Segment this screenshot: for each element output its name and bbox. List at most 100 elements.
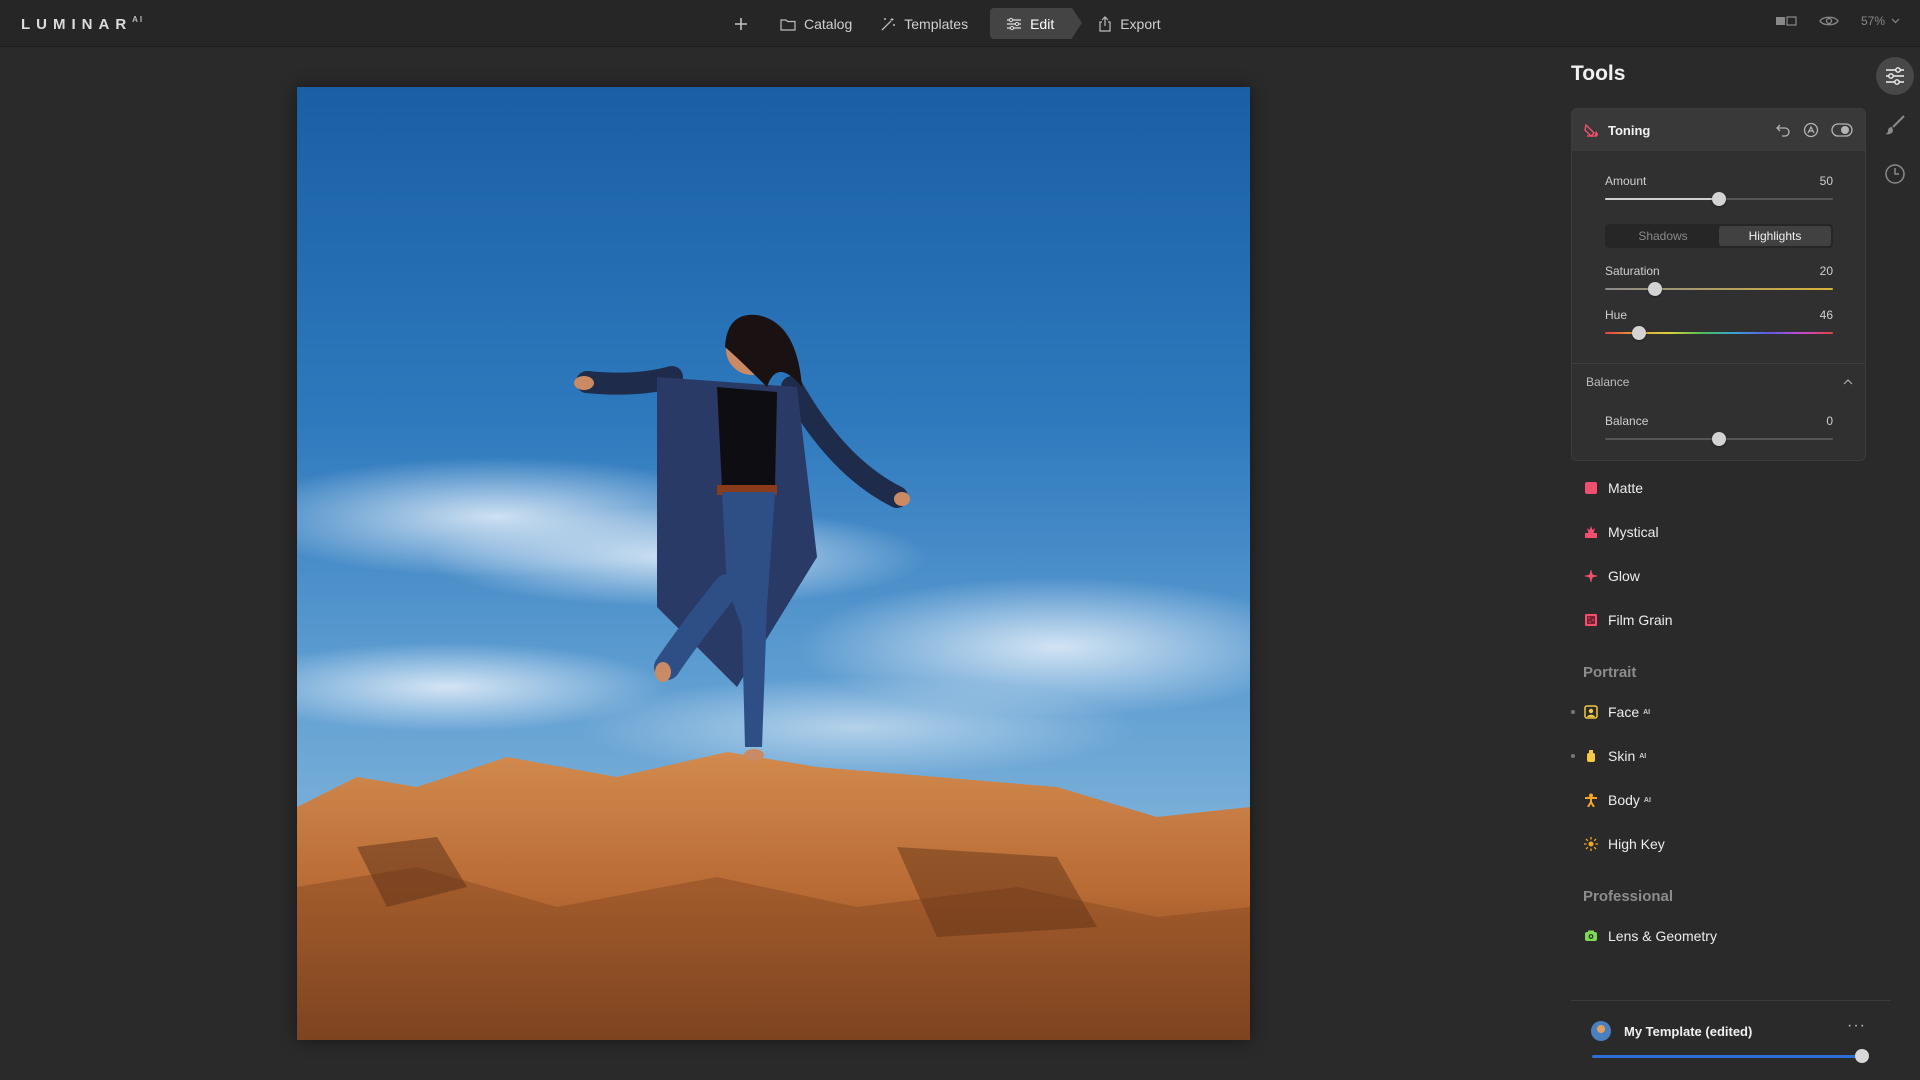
photo-canvas[interactable]: [297, 87, 1250, 1040]
hue-slider[interactable]: Hue 46: [1605, 308, 1833, 340]
tab-catalog-label: Catalog: [804, 15, 853, 32]
template-amount-thumb[interactable]: [1855, 1049, 1869, 1063]
tool-glow[interactable]: Glow: [1571, 554, 1871, 598]
face-icon: [1583, 704, 1599, 720]
brush-icon: [1885, 115, 1905, 135]
zoom-level: 57%: [1860, 14, 1885, 28]
tool-high-key[interactable]: High Key: [1571, 822, 1871, 866]
tool-body-label: Body: [1608, 792, 1640, 808]
professional-section-title: Professional: [1583, 888, 1674, 905]
tab-templates[interactable]: Templates: [866, 8, 982, 39]
shadows-highlights-toggle: Shadows Highlights: [1605, 224, 1833, 248]
tab-export-label: Export: [1120, 15, 1161, 32]
main-nav: Catalog Templates Edit Export: [730, 8, 1175, 39]
matte-icon: [1583, 480, 1599, 496]
tool-matte[interactable]: Matte: [1571, 466, 1871, 510]
ai-badge: AI: [1643, 708, 1651, 716]
app-logo: LUMINARAI: [21, 15, 145, 33]
plus-icon: [735, 17, 747, 30]
local-masking-button[interactable]: [1876, 106, 1914, 144]
tool-mystical-label: Mystical: [1608, 524, 1659, 540]
balance-thumb[interactable]: [1712, 432, 1726, 446]
amount-track[interactable]: [1605, 192, 1833, 206]
top-bar: LUMINARAI Catalog Templates Edit Export …: [0, 0, 1920, 47]
more-options-icon[interactable]: ···: [1847, 1017, 1866, 1035]
saturation-label: Saturation: [1605, 264, 1660, 278]
tool-film-grain[interactable]: Film Grain: [1571, 598, 1871, 642]
history-button[interactable]: [1876, 155, 1914, 193]
share-icon: [1099, 15, 1111, 32]
toning-header[interactable]: Toning: [1572, 109, 1865, 151]
shadows-tab[interactable]: Shadows: [1607, 226, 1719, 246]
tool-glow-label: Glow: [1608, 568, 1640, 584]
magic-wand-icon: [881, 17, 896, 30]
balance-value: 0: [1826, 414, 1833, 428]
tool-skin-label: Skin: [1608, 748, 1636, 764]
balance-section-header[interactable]: Balance: [1572, 363, 1865, 399]
tools-tab-button[interactable]: [1876, 57, 1914, 95]
tool-mystical[interactable]: Mystical: [1571, 510, 1871, 554]
panel-switcher: [1876, 57, 1914, 204]
highlights-tab[interactable]: Highlights: [1719, 226, 1831, 246]
balance-track[interactable]: [1605, 432, 1833, 446]
mystical-icon: [1583, 524, 1599, 540]
zoom-dropdown[interactable]: 57%: [1861, 14, 1900, 28]
eye-icon[interactable]: [1819, 14, 1839, 28]
saturation-thumb[interactable]: [1648, 282, 1663, 296]
ai-badge: AI: [1643, 796, 1651, 804]
ai-mask-icon[interactable]: [1803, 122, 1819, 138]
compare-icon[interactable]: [1775, 15, 1797, 27]
tool-body[interactable]: Body AI: [1571, 778, 1871, 822]
sliders-icon: [1007, 17, 1022, 30]
toning-title: Toning: [1608, 122, 1651, 138]
high-key-icon: [1583, 836, 1599, 852]
tool-face[interactable]: Face AI: [1571, 690, 1871, 734]
amount-fill: [1605, 198, 1719, 200]
balance-slider[interactable]: Balance 0: [1605, 414, 1833, 446]
tool-face-label: Face: [1608, 704, 1640, 720]
amount-slider[interactable]: Amount 50: [1605, 174, 1833, 206]
template-bar: My Template (edited) ···: [1571, 1000, 1891, 1080]
body-icon: [1583, 792, 1599, 808]
edited-indicator-dot: [1571, 710, 1575, 714]
skin-icon: [1583, 748, 1599, 764]
hue-value: 46: [1819, 308, 1833, 322]
amount-value: 50: [1819, 174, 1833, 188]
edited-indicator-dot: [1571, 754, 1575, 758]
balance-section-title: Balance: [1586, 374, 1630, 389]
hue-thumb[interactable]: [1632, 326, 1647, 340]
amount-thumb[interactable]: [1712, 192, 1726, 206]
film-grain-icon: [1583, 612, 1599, 628]
tab-edit[interactable]: Edit: [990, 8, 1083, 39]
amount-label: Amount: [1605, 174, 1647, 188]
template-thumbnail: [1591, 1021, 1611, 1041]
tab-edit-label: Edit: [1030, 15, 1055, 32]
chevron-down-icon: [1891, 18, 1900, 24]
tool-lens-geometry[interactable]: Lens & Geometry: [1571, 914, 1871, 958]
tab-templates-label: Templates: [904, 15, 969, 32]
add-photos-button[interactable]: [730, 8, 760, 39]
toning-icon: [1584, 123, 1598, 137]
glow-icon: [1583, 568, 1599, 584]
tool-skin[interactable]: Skin AI: [1571, 734, 1871, 778]
tool-lens-geometry-label: Lens & Geometry: [1608, 928, 1717, 944]
template-name: My Template (edited): [1624, 1024, 1753, 1039]
chevron-up-icon: [1843, 378, 1853, 384]
lens-geometry-icon: [1583, 928, 1599, 944]
visibility-toggle-icon[interactable]: [1831, 123, 1853, 137]
hue-label: Hue: [1605, 308, 1628, 322]
saturation-value: 20: [1819, 264, 1833, 278]
undo-icon[interactable]: [1775, 122, 1791, 138]
ai-badge: AI: [1639, 752, 1647, 760]
sliders-icon: [1886, 67, 1904, 85]
saturation-track[interactable]: [1605, 282, 1833, 296]
tool-film-grain-label: Film Grain: [1608, 612, 1673, 628]
tab-export[interactable]: Export: [1084, 8, 1174, 39]
view-controls: 57%: [1775, 14, 1900, 28]
template-amount-slider[interactable]: [1592, 1049, 1869, 1063]
saturation-slider[interactable]: Saturation 20: [1605, 264, 1833, 296]
toning-tool-panel: Toning Amount 50 Shadows Highlights Satu…: [1571, 108, 1866, 461]
photo-image: [297, 87, 1250, 1040]
tab-catalog[interactable]: Catalog: [766, 8, 866, 39]
hue-track[interactable]: [1605, 326, 1833, 340]
